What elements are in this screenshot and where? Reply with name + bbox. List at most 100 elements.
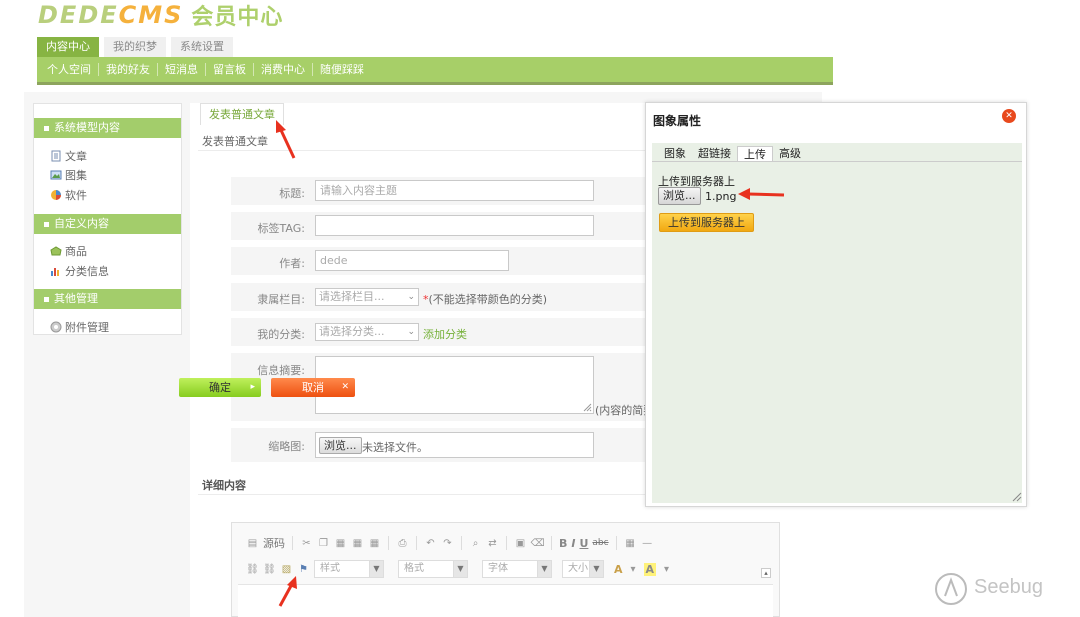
table-icon[interactable]: ▦ <box>624 537 637 550</box>
cut-icon[interactable]: ✂ <box>300 537 313 550</box>
style-combo[interactable]: 样式 ▼ <box>314 560 384 578</box>
annotation-arrow-icon <box>278 576 297 607</box>
seebug-logo-icon <box>935 573 967 605</box>
tab-my-dede[interactable]: 我的织梦 <box>104 37 166 57</box>
find-icon[interactable]: ⌕ <box>469 537 482 550</box>
link-icon[interactable]: ⛓ <box>246 563 259 576</box>
divider <box>198 150 648 151</box>
sidebar-item-software[interactable]: 软件 <box>50 187 87 203</box>
ok-button[interactable]: 确定 ▸ <box>179 378 261 397</box>
dialog-title: 图象属性 <box>653 114 702 128</box>
chevron-down-icon: ⌄ <box>407 327 415 337</box>
add-category-link[interactable]: 添加分类 <box>423 326 467 342</box>
title-input[interactable]: 请输入内容主题 <box>315 180 594 201</box>
redo-icon[interactable]: ↷ <box>441 537 454 550</box>
software-icon <box>51 190 61 200</box>
format-combo[interactable]: 格式 ▼ <box>398 560 468 578</box>
tab-content-center[interactable]: 内容中心 <box>37 37 99 57</box>
column-select[interactable]: 请选择栏目... ⌄ <box>315 288 419 306</box>
tab-system-settings[interactable]: 系统设置 <box>171 37 233 57</box>
strike-button[interactable]: abc <box>592 538 608 548</box>
paste-word-icon[interactable]: ▦ <box>368 537 381 550</box>
category-info-icon <box>51 268 59 276</box>
sidebar-item-category-info[interactable]: 分类信息 <box>50 263 109 279</box>
sidebar-section-other-management[interactable]: 其他管理 <box>34 289 181 309</box>
author-input[interactable]: dede <box>315 250 509 271</box>
seebug-watermark: Seebug <box>934 570 1054 606</box>
dialog-tab-advanced[interactable]: 高级 <box>773 146 807 162</box>
unlink-icon[interactable]: ⛓ <box>263 563 276 576</box>
editor-content-area[interactable] <box>238 584 773 617</box>
copy-icon[interactable]: ❐ <box>317 537 330 550</box>
editor-toolbar-row-2: ⛓ ⛓ ▧ ⚑ 样式 ▼ 格式 ▼ 字体 ▼ 大小 ▼ A ▾ A ▾ <box>246 560 673 578</box>
close-icon: ✕ <box>341 382 349 392</box>
paste-icon[interactable]: ▦ <box>334 537 347 550</box>
horizontal-rule-icon[interactable]: — <box>641 537 654 550</box>
replace-icon[interactable]: ⇄ <box>486 537 499 550</box>
sidebar-item-product[interactable]: 商品 <box>50 243 87 259</box>
close-icon[interactable]: ✕ <box>1002 109 1016 123</box>
underline-button[interactable]: U <box>579 537 588 550</box>
column-label: 隶属栏目: <box>257 293 305 306</box>
sidebar-item-article[interactable]: 文章 <box>50 148 87 164</box>
nav-consumption-center[interactable]: 消费中心 <box>254 63 313 76</box>
thumbnail-browse-button[interactable]: 浏览... <box>319 437 362 454</box>
nav-my-friends[interactable]: 我的好友 <box>99 63 158 76</box>
author-label: 作者: <box>279 257 305 270</box>
chevron-down-icon: ⌄ <box>407 292 415 302</box>
tag-input[interactable] <box>315 215 594 236</box>
sidebar-item-gallery[interactable]: 图集 <box>50 167 87 183</box>
nav-browse-around[interactable]: 随便踩踩 <box>313 63 371 76</box>
nav-bar: 个人空间 我的好友 短消息 留言板 消费中心 随便踩踩 <box>37 57 833 85</box>
source-button[interactable]: 源码 <box>263 535 285 551</box>
nav-guestbook[interactable]: 留言板 <box>206 63 254 76</box>
dialog-browse-button[interactable]: 浏览... <box>658 187 701 205</box>
page-title: 发表普通文章 <box>202 135 268 148</box>
sidebar-section-system-models[interactable]: 系统模型内容 <box>34 118 181 138</box>
nav-short-messages[interactable]: 短消息 <box>158 63 206 76</box>
paste-text-icon[interactable]: ▦ <box>351 537 364 550</box>
collapse-toolbar-button[interactable]: ▴ <box>761 568 771 578</box>
italic-button[interactable]: I <box>571 537 575 550</box>
logo-brand: DEDECMS <box>38 1 184 29</box>
dialog-tabs: 图象 超链接 上传 高级 <box>658 146 807 162</box>
detail-content-title: 详细内容 <box>202 479 246 492</box>
upload-to-server-button[interactable]: 上传到服务器上 <box>659 213 754 232</box>
dialog-tab-upload[interactable]: 上传 <box>737 146 773 162</box>
remove-format-icon[interactable]: ⌫ <box>530 537 544 550</box>
top-tabs: 内容中心 我的织梦 系统设置 <box>37 37 233 57</box>
text-color-button[interactable]: A <box>614 563 623 576</box>
summary-label: 信息摘要: <box>257 364 305 377</box>
chevron-down-icon[interactable]: ▾ <box>660 563 673 576</box>
size-combo[interactable]: 大小 ▼ <box>562 560 604 578</box>
divider <box>198 494 648 495</box>
bg-color-button[interactable]: A <box>643 562 657 576</box>
logo-subtitle: 会员中心 <box>191 5 284 30</box>
dialog-tab-image[interactable]: 图象 <box>658 146 692 162</box>
dialog-upload-panel <box>652 161 1022 475</box>
sidebar-section-custom-content[interactable]: 自定义内容 <box>34 214 181 234</box>
logo: DEDECMS 会员中心 <box>38 1 284 30</box>
selected-file-name: 1.png <box>705 190 737 203</box>
category-label: 我的分类: <box>257 328 305 341</box>
source-icon[interactable]: ▤ <box>246 537 259 550</box>
chevron-down-icon[interactable]: ▾ <box>627 563 640 576</box>
category-select[interactable]: 请选择分类... ⌄ <box>315 323 419 341</box>
font-combo[interactable]: 字体 ▼ <box>482 560 552 578</box>
cancel-button[interactable]: 取消 ✕ <box>271 378 355 397</box>
image-properties-dialog: 图象属性 ✕ 图象 超链接 上传 高级 上传到服务器上 浏览... 1.png … <box>645 102 1027 507</box>
annotation-arrow-icon <box>738 188 785 200</box>
undo-icon[interactable]: ↶ <box>424 537 437 550</box>
nav-personal-space[interactable]: 个人空间 <box>40 63 99 76</box>
summary-textarea[interactable] <box>315 356 594 414</box>
bold-button[interactable]: B <box>559 537 567 550</box>
sidebar-item-attachment[interactable]: 附件管理 <box>50 319 109 335</box>
resize-grip-icon <box>583 403 592 412</box>
print-icon[interactable]: ⎙ <box>396 537 409 550</box>
dialog-tab-hyperlink[interactable]: 超链接 <box>692 146 737 162</box>
dialog-footer <box>652 475 1022 503</box>
select-all-icon[interactable]: ▣ <box>514 537 527 550</box>
resize-grip-icon[interactable] <box>1012 492 1022 502</box>
column-hint: *(不能选择带颜色的分类) <box>423 293 548 306</box>
document-icon <box>51 150 61 162</box>
